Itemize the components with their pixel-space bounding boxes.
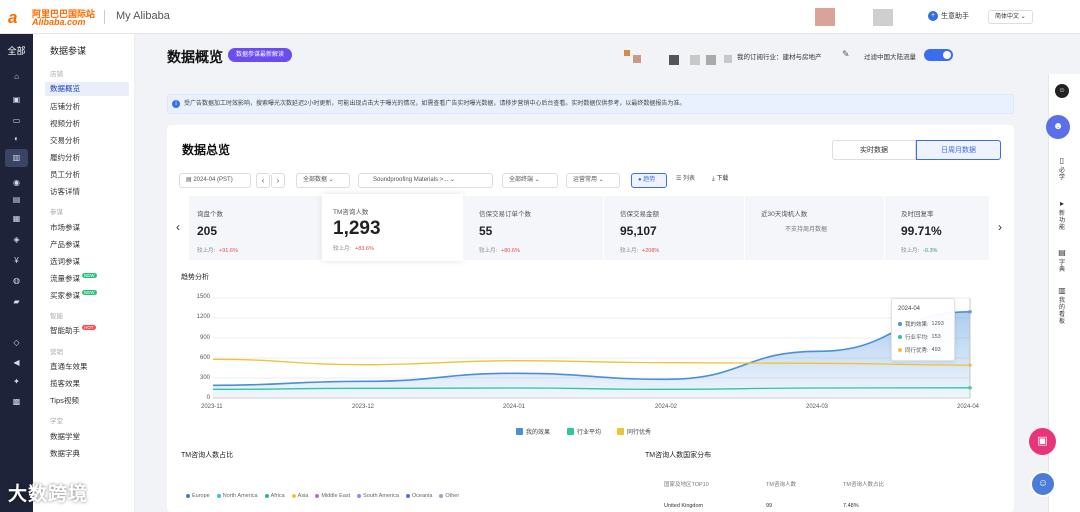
legend-my-effect[interactable]: 我的效果	[516, 427, 550, 436]
region-label: North America	[222, 493, 258, 499]
x-tick-label: 2024-03	[806, 404, 829, 410]
tooltip-value: 153	[931, 334, 941, 340]
x-tick-label: 2024-02	[655, 404, 678, 410]
rightbar-must-learn[interactable]: 必学	[1058, 168, 1066, 182]
rightbar-my-dashboard[interactable]: 我的看板	[1058, 298, 1066, 326]
region-label: South America	[363, 493, 399, 499]
robot-assistant-icon[interactable]: ☻	[1046, 115, 1070, 139]
x-tick-label: 2024-04	[957, 404, 980, 410]
tooltip-value: 1293	[931, 321, 944, 327]
region-label: Oceania	[411, 493, 433, 499]
tooltip-dot	[898, 322, 902, 326]
tooltip-row: 我的效果: 1293	[898, 320, 944, 328]
region-dot	[357, 494, 362, 498]
legend-swatch	[617, 428, 624, 435]
legend-industry-avg[interactable]: 行业平均	[567, 427, 601, 436]
tooltip-dot	[898, 348, 902, 352]
region-north-america[interactable]: North America	[216, 493, 258, 499]
tooltip-row: 行业平均: 153	[898, 333, 941, 341]
region-dot	[264, 494, 269, 498]
book-icon[interactable]: ▯	[1057, 156, 1067, 165]
region-africa[interactable]: Africa	[264, 493, 285, 499]
tooltip-row: 同行优秀: 493	[898, 346, 941, 354]
rightbar-dictionary[interactable]: 字典	[1058, 260, 1066, 274]
table-header: TM咨询人数占比	[843, 482, 884, 488]
watermark-text: 大数跨境	[8, 484, 89, 505]
tooltip-dot	[898, 335, 902, 339]
table-header: 国家及地区TOP10	[664, 482, 709, 488]
series-area-my-effect	[213, 311, 970, 398]
region-dot	[405, 494, 410, 498]
x-tick-label: 2023-11	[201, 404, 223, 410]
region-legend: Europe North America Africa Asia Middle …	[186, 493, 459, 499]
legend-label: 行业平均	[577, 430, 602, 436]
floating-avatar-button[interactable]: ☺	[1030, 471, 1056, 497]
region-dot	[216, 494, 221, 498]
region-label: Other	[445, 493, 460, 499]
table-header: TM咨询人数	[766, 482, 796, 488]
tooltip-label: 我的效果:	[905, 322, 929, 328]
region-south-america[interactable]: South America	[357, 493, 399, 499]
tooltip-value: 493	[931, 347, 941, 353]
tm-share-title: TM咨询人数占比	[181, 452, 234, 459]
legend-swatch	[567, 428, 574, 435]
tooltip-label: 行业平均:	[905, 335, 929, 341]
chart-tooltip: 2024-04 我的效果: 1293 行业平均: 153 同行优秀: 493	[891, 298, 955, 361]
region-dot	[186, 494, 190, 498]
table-cell-count: 99	[766, 503, 773, 509]
region-dot	[439, 494, 444, 498]
x-tick-label: 2024-01	[503, 404, 526, 410]
legend-label: 我的效果	[526, 430, 551, 436]
region-other[interactable]: Other	[439, 493, 459, 499]
tooltip-date: 2024-04	[898, 306, 921, 312]
region-asia[interactable]: Asia	[291, 493, 309, 499]
region-label: Middle East	[321, 493, 351, 499]
dashboard-icon[interactable]: ▥	[1057, 286, 1067, 295]
region-middle-east[interactable]: Middle East	[315, 493, 350, 499]
region-label: Europe	[192, 493, 210, 499]
table-cell-share: 7.48%	[843, 503, 859, 509]
legend-peer-best[interactable]: 同行优秀	[617, 427, 651, 436]
play-icon[interactable]: ▸	[1057, 199, 1067, 208]
region-label: Asia	[297, 493, 309, 499]
dictionary-icon[interactable]: ▤	[1057, 248, 1067, 257]
x-tick-label: 2023-12	[352, 404, 375, 410]
region-dot	[291, 494, 296, 498]
tooltip-label: 同行优秀:	[905, 348, 929, 354]
country-distribution-title: TM咨询人数国家分布	[645, 452, 712, 459]
floating-shop-button[interactable]: ▣	[1029, 428, 1056, 455]
legend-label: 同行优秀	[627, 430, 652, 436]
table-cell-country: United Kingdom	[664, 503, 704, 509]
region-europe[interactable]: Europe	[186, 493, 210, 499]
region-dot	[315, 494, 320, 498]
legend-swatch	[516, 428, 523, 435]
region-label: Africa	[270, 493, 285, 499]
region-oceania[interactable]: Oceania	[405, 493, 433, 499]
service-avatar-icon[interactable]: ☺	[1055, 84, 1069, 98]
rightbar-new-features[interactable]: 新功能	[1058, 211, 1066, 232]
